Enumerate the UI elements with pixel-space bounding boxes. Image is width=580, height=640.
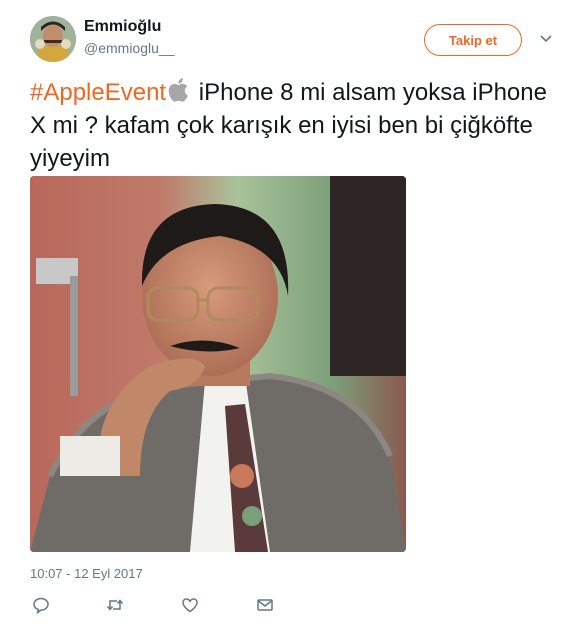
chevron-down-icon[interactable] [538, 30, 554, 46]
tweet-timestamp[interactable]: 10:07 - 12 Eyl 2017 [30, 566, 143, 581]
photo-image [30, 176, 406, 552]
display-name[interactable]: Emmioğlu [84, 18, 161, 36]
user-handle[interactable]: @emmioglu__ [84, 40, 174, 56]
reply-icon[interactable] [32, 596, 50, 614]
hashtag-link[interactable]: #AppleEvent [30, 79, 166, 106]
avatar[interactable] [30, 16, 76, 62]
tweet-photo[interactable] [30, 176, 406, 552]
apple-logo-icon [168, 78, 188, 102]
retweet-icon[interactable] [106, 596, 124, 614]
message-icon[interactable] [256, 596, 274, 614]
like-icon[interactable] [181, 596, 199, 614]
follow-button[interactable]: Takip et [424, 24, 522, 56]
tweet-text: #AppleEvent iPhone 8 mi alsam yoksa iPho… [30, 76, 560, 175]
